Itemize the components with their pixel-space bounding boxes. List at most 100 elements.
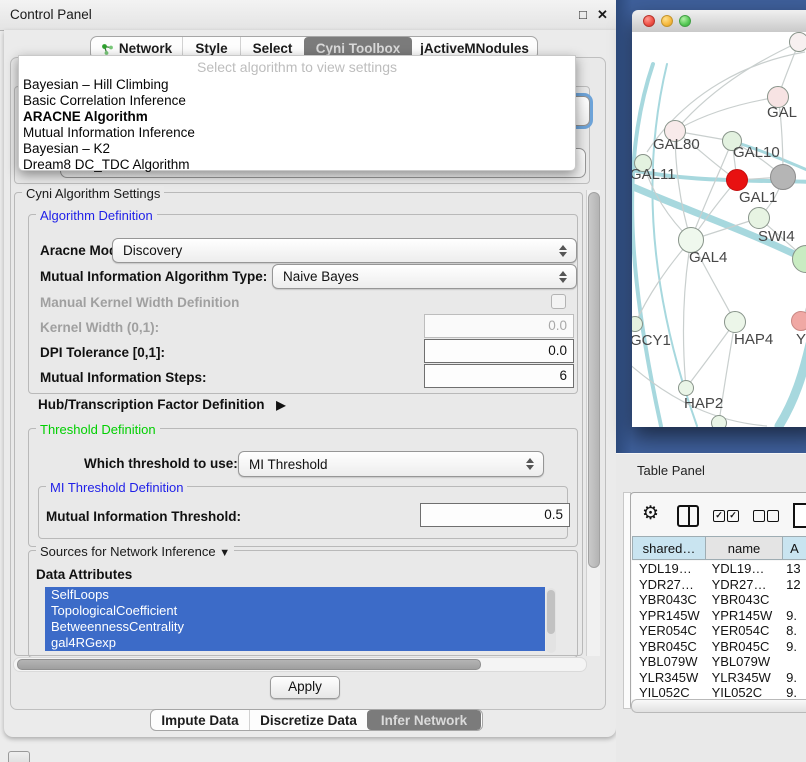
manual-kernel-checkbox[interactable] [551,294,566,309]
close-icon[interactable]: ✕ [597,7,608,23]
dropdown-item-mutual-info[interactable]: Mutual Information Inference [23,125,563,141]
mi-threshold-field[interactable]: 0.5 [420,503,570,527]
unchecked-checkbox-icon[interactable] [767,510,779,522]
column-header-name[interactable]: name [705,536,782,560]
unchecked-checkbox-icon[interactable] [753,510,765,522]
node-label-hap2: HAP2 [684,395,723,412]
table-horizontal-scrollbar[interactable] [631,699,806,713]
cell-value: 9. [782,670,806,686]
zoom-traffic-light-icon[interactable] [679,15,691,27]
threshold-definition-title: Threshold Definition [36,422,160,437]
node-partial-top[interactable] [789,32,806,52]
node-label-gal80: GAL80 [653,136,700,153]
close-traffic-light-icon[interactable] [643,15,655,27]
checked-checkbox-icon[interactable]: ✓ [727,510,739,522]
node-label-y: Y [796,331,806,348]
tab-infer-network[interactable]: Infer Network [367,710,481,730]
float-window-icon[interactable]: □ [579,7,587,22]
cell-name: YBL079W [706,654,783,670]
mi-threshold-label: Mutual Information Threshold: [46,509,241,524]
dropdown-item-basic-correlation[interactable]: Basic Correlation Inference [23,93,563,109]
mi-steps-value: 6 [559,368,567,383]
kernel-width-label: Kernel Width (0,1): [40,320,159,335]
cell-shared: YBL079W [632,654,706,670]
cell-value: 13 [782,561,806,577]
stepper-icon [559,271,567,283]
kernel-width-field[interactable]: 0.0 [424,314,574,338]
cell-value: 9. [782,639,806,655]
cell-value [782,654,806,670]
control-panel-titlebar: Control Panel □ ✕ [0,0,616,31]
dropdown-item-dream8[interactable]: Dream8 DC_TDC Algorithm [23,157,563,173]
table-panel-title: Table Panel [637,463,705,478]
minimize-traffic-light-icon[interactable] [661,15,673,27]
which-threshold-select[interactable]: MI Threshold [238,451,544,477]
mi-algorithm-type-select[interactable]: Naive Bayes [272,264,577,289]
screen: Control Panel □ ✕ Network Style Select C… [0,0,806,762]
node-hap2[interactable] [678,380,694,396]
cell-name: YDL19… [706,561,783,577]
cell-shared: YBR045C [632,639,706,655]
columns-icon[interactable] [677,505,699,527]
aracne-mode-select[interactable]: Discovery [112,238,577,263]
table-row[interactable]: YIL052CYIL052C9. [632,685,806,699]
table-row[interactable]: YER054CYER054C8. [632,623,806,639]
tab-impute-data[interactable]: Impute Data [151,710,249,730]
mi-threshold-value: 0.5 [544,507,563,522]
dropdown-item-aracne[interactable]: ARACNE Algorithm [23,109,563,125]
cell-value: 9. [782,685,806,699]
attributes-scrollbar[interactable] [546,588,556,653]
cell-shared: YLR345W [632,670,706,686]
settings-vertical-scrollbar[interactable] [586,190,600,656]
dropdown-item-bayesian-k2[interactable]: Bayesian – K2 [23,141,563,157]
settings-horizontal-scrollbar[interactable] [13,657,587,672]
expand-right-icon: ▶ [276,398,285,412]
node-label-gcy1: GCY1 [632,332,671,349]
table-row[interactable]: YLR345WYLR345W9. [632,670,806,686]
apply-button[interactable]: Apply [270,676,340,699]
checked-checkbox-icon[interactable]: ✓ [713,510,725,522]
gear-icon[interactable]: ⚙ [642,502,659,525]
dropdown-placeholder: Select algorithm to view settings [19,59,575,75]
node-label-gal: GAL [767,104,797,121]
dropdown-item-bayesian-hill[interactable]: Bayesian – Hill Climbing [23,77,563,93]
node-label-gal4: GAL4 [689,249,727,266]
dpi-tolerance-field[interactable]: 0.0 [424,339,574,363]
attribute-item-gal4rgexp[interactable]: gal4RGexp [45,635,545,651]
tab-jactivemnodules-label: jActiveMNodules [420,41,529,56]
table-row[interactable]: YBL079WYBL079W [632,654,806,670]
cell-name: YBR043C [706,592,783,608]
table-row[interactable]: YDL19…YDL19…13 [632,561,806,577]
document-icon[interactable] [793,503,806,528]
data-attributes-label: Data Attributes [36,567,132,582]
network-window: GAL GAL80 GAL10 GAL11 GAL1 SWI4 GAL4 GCY… [632,10,806,427]
node-partial-bottom[interactable] [711,415,727,427]
attribute-item-betweennesscentrality[interactable]: BetweennessCentrality [45,619,545,635]
tab-discretize-data[interactable]: Discretize Data [249,710,367,730]
node-gray[interactable] [770,164,796,190]
column-header-partial[interactable]: A [782,536,806,560]
node-pink-right[interactable] [791,311,806,331]
minimized-panel-icon[interactable] [8,751,30,762]
collapse-down-icon: ▼ [219,547,230,559]
tab-impute-data-label: Impute Data [161,713,238,728]
mi-steps-field[interactable]: 6 [424,364,574,388]
cell-value [782,592,806,608]
attribute-item-selfloops[interactable]: SelfLoops [45,587,545,603]
network-canvas[interactable]: GAL GAL80 GAL10 GAL11 GAL1 SWI4 GAL4 GCY… [632,32,806,427]
attribute-item-topologicalcoefficient[interactable]: TopologicalCoefficient [45,603,545,619]
node-hap4[interactable] [724,311,746,333]
node-red-selected[interactable] [726,169,748,191]
node-label-swi4: SWI4 [758,228,795,245]
mi-steps-label: Mutual Information Steps: [40,370,207,385]
sources-title-row[interactable]: Sources for Network Inference ▼ [36,544,234,559]
column-header-shared[interactable]: shared… [632,536,705,560]
table-row[interactable]: YBR043CYBR043C [632,592,806,608]
hub-definition-toggle[interactable]: Hub/Transcription Factor Definition ▶ [38,397,286,412]
node-gal1[interactable] [748,207,770,229]
tab-infer-network-label: Infer Network [381,713,467,728]
cell-shared: YDL19… [632,561,706,577]
table-row[interactable]: YPR145WYPR145W9. [632,608,806,624]
table-row[interactable]: YDR27…YDR27…12 [632,577,806,593]
table-row[interactable]: YBR045CYBR045C9. [632,639,806,655]
